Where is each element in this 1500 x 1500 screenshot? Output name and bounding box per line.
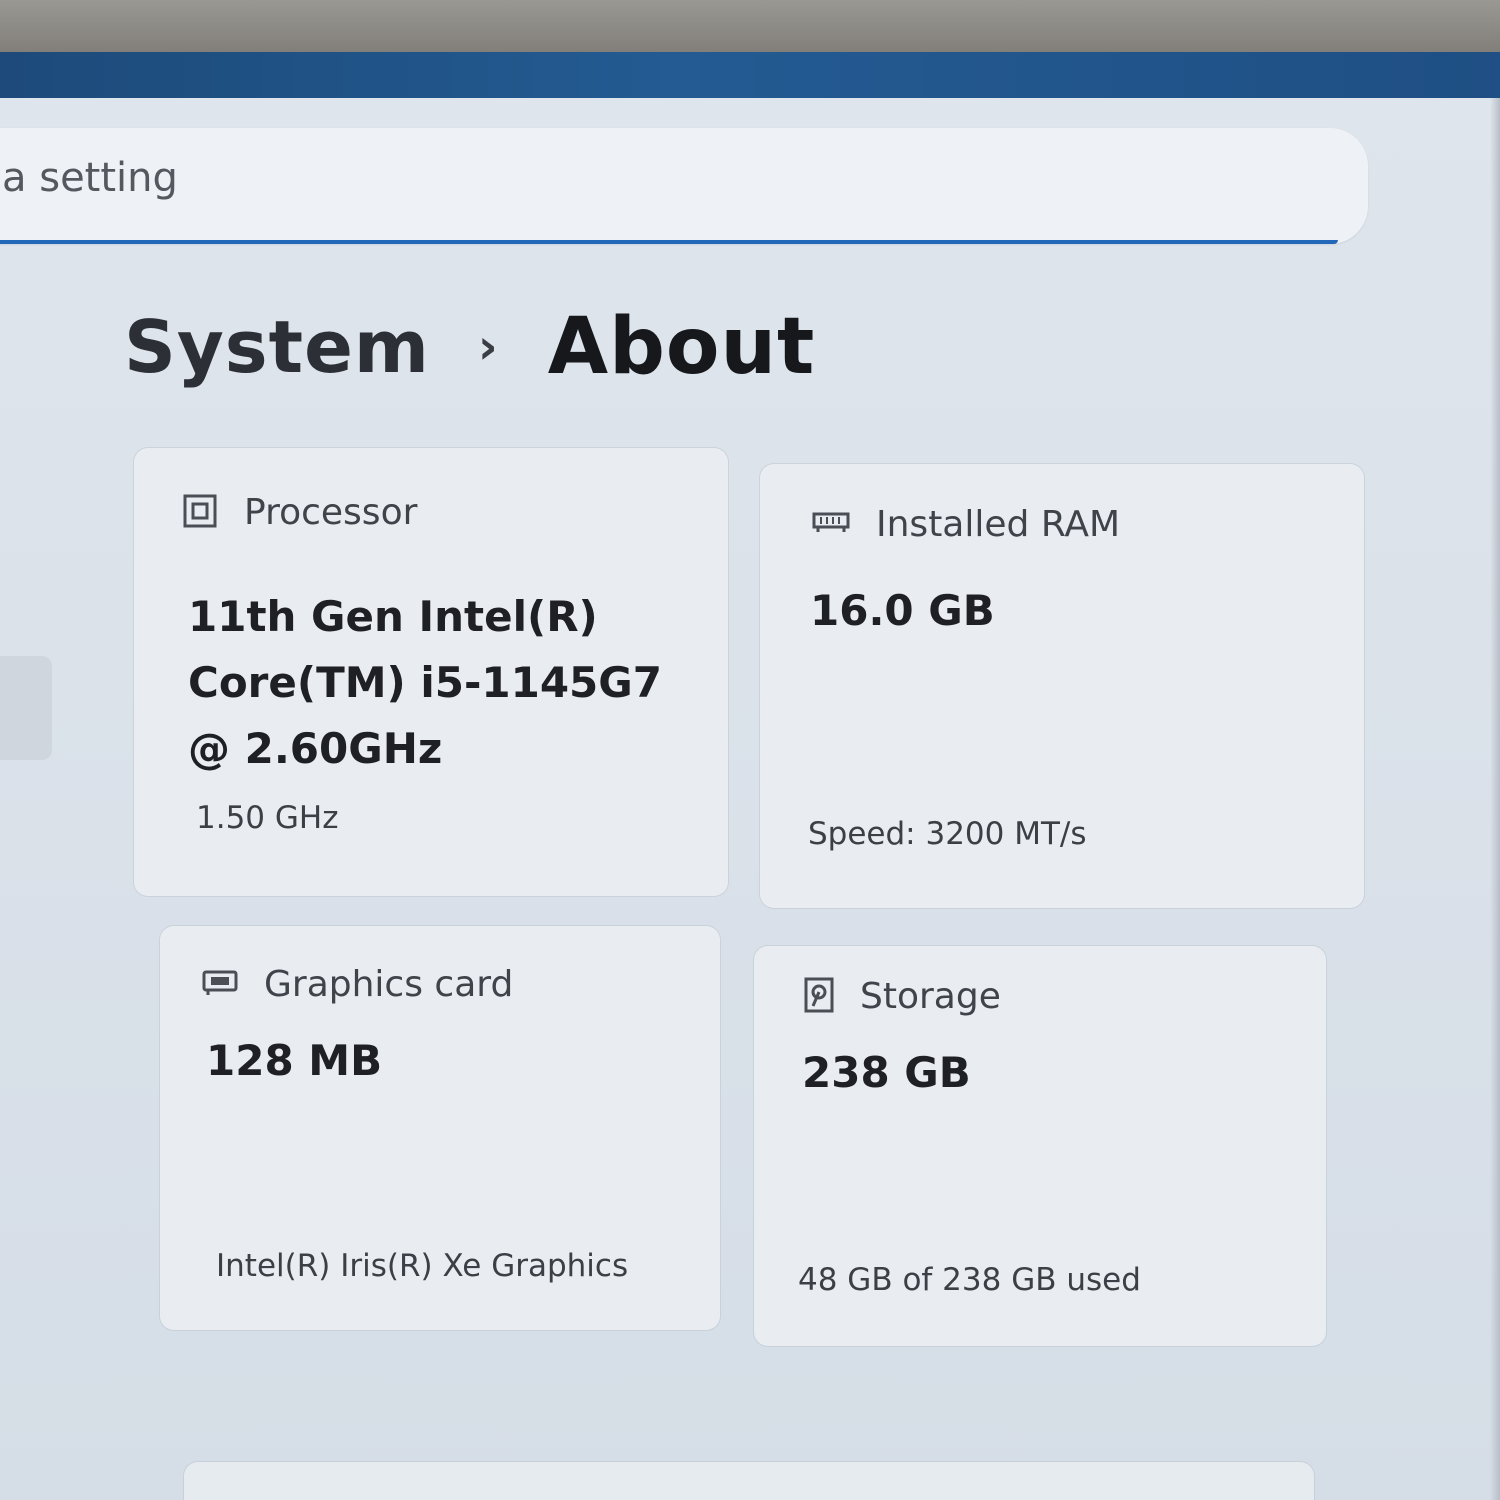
ram-label: Installed RAM <box>876 504 1121 545</box>
storage-icon <box>804 977 834 1017</box>
search-box[interactable] <box>0 128 1368 244</box>
graphics-card-value: 128 MB <box>206 1036 383 1085</box>
processor-speed: 1.50 GHz <box>196 800 339 836</box>
processor-value: 11th Gen Intel(R) Core(TM) i5-1145G7 @ 2… <box>188 592 662 773</box>
page-title: About <box>547 302 816 392</box>
ram-icon <box>812 511 850 539</box>
window-edge <box>1490 98 1500 1500</box>
storage-card-header: Storage <box>804 976 1001 1017</box>
processor-icon <box>182 493 218 533</box>
ram-card-header: Installed RAM <box>812 504 1120 545</box>
search-input[interactable] <box>0 154 904 202</box>
window-title-bar <box>0 52 1500 104</box>
graphics-card-model: Intel(R) Iris(R) Xe Graphics <box>216 1248 629 1284</box>
sidebar-selected-item[interactable] <box>0 656 52 760</box>
graphics-card-header: Graphics card <box>202 964 513 1005</box>
storage-value: 238 GB <box>802 1048 971 1097</box>
graphics-card-label: Graphics card <box>264 964 514 1005</box>
ram-card: Installed RAM 16.0 GB Speed: 3200 MT/s <box>760 464 1364 908</box>
graphics-card-card: Graphics card 128 MB Intel(R) Iris(R) Xe… <box>160 926 720 1330</box>
storage-usage: 48 GB of 238 GB used <box>798 1262 1141 1298</box>
processor-label: Processor <box>244 492 418 533</box>
processor-card-header: Processor <box>182 492 417 533</box>
monitor-bezel <box>0 0 1500 58</box>
breadcrumb: System › About <box>124 292 815 402</box>
storage-label: Storage <box>860 976 1001 1017</box>
ram-speed: Speed: 3200 MT/s <box>808 816 1087 852</box>
ram-value: 16.0 GB <box>810 586 995 635</box>
storage-card: Storage 238 GB 48 GB of 238 GB used <box>754 946 1326 1346</box>
breadcrumb-system-link[interactable]: System <box>124 305 430 389</box>
search-focus-underline <box>0 240 1338 244</box>
next-card <box>184 1462 1314 1500</box>
processor-card: Processor 11th Gen Intel(R) Core(TM) i5-… <box>134 448 728 896</box>
chevron-right-icon: › <box>477 319 498 375</box>
graphics-card-icon <box>202 969 238 1001</box>
